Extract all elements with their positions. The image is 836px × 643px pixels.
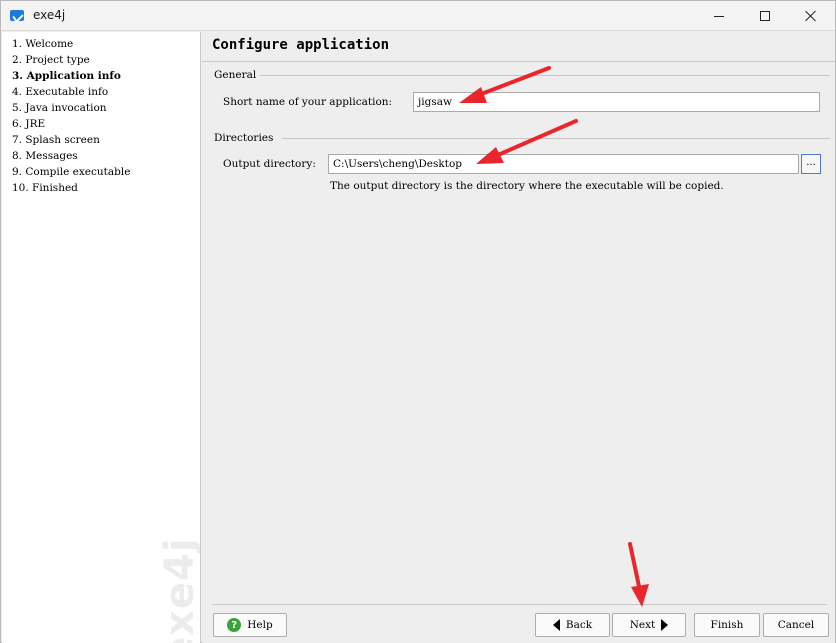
help-button-label: Help <box>247 619 273 631</box>
next-arrow-icon <box>661 619 669 631</box>
step-compile-executable[interactable]: 9. Compile executable <box>12 164 130 180</box>
maximize-icon <box>760 11 770 21</box>
general-group-divider <box>260 75 830 76</box>
help-button[interactable]: ? Help <box>213 613 287 637</box>
next-button-label: Next <box>629 619 656 631</box>
next-button[interactable]: Next <box>612 613 686 637</box>
cancel-button-label: Cancel <box>777 619 815 631</box>
step-application-info[interactable]: 3. Application info <box>12 68 121 84</box>
close-icon <box>805 10 817 22</box>
wizard-steps-sidebar: 1. Welcome 2. Project type 3. Applicatio… <box>2 32 201 643</box>
finish-button[interactable]: Finish <box>694 613 760 637</box>
output-directory-hint: The output directory is the directory wh… <box>330 180 724 192</box>
main-panel: Configure application General Short name… <box>202 32 835 643</box>
directories-group-label: Directories <box>214 132 278 144</box>
short-name-input[interactable]: jigsaw <box>413 92 820 112</box>
output-directory-input[interactable]: C:\Users\cheng\Desktop <box>328 154 799 174</box>
browse-directory-button[interactable]: ... <box>801 154 821 174</box>
general-group-label: General <box>214 69 261 81</box>
step-splash-screen[interactable]: 7. Splash screen <box>12 132 100 148</box>
exe4j-watermark-logo: exe4j <box>157 537 201 643</box>
back-button[interactable]: Back <box>535 613 610 637</box>
window-title: exe4j <box>33 8 66 22</box>
minimize-button[interactable] <box>696 1 742 31</box>
output-directory-label: Output directory: <box>223 158 316 170</box>
step-java-invocation[interactable]: 5. Java invocation <box>12 100 107 116</box>
short-name-label: Short name of your application: <box>223 96 393 108</box>
app-window: exe4j 1. Welcome 2. Project type 3. Appl… <box>0 0 836 643</box>
finish-button-label: Finish <box>710 619 744 631</box>
exe4j-app-icon <box>10 10 24 21</box>
directories-group-divider <box>282 138 830 139</box>
maximize-button[interactable] <box>742 1 788 31</box>
help-icon: ? <box>227 618 242 632</box>
minimize-icon <box>714 15 724 17</box>
back-arrow-icon <box>552 619 560 631</box>
step-jre[interactable]: 6. JRE <box>12 116 45 132</box>
step-welcome[interactable]: 1. Welcome <box>12 36 73 52</box>
step-executable-info[interactable]: 4. Executable info <box>12 84 108 100</box>
back-button-label: Back <box>565 619 593 631</box>
footer-divider <box>212 604 826 605</box>
cancel-button[interactable]: Cancel <box>763 613 829 637</box>
step-project-type[interactable]: 2. Project type <box>12 52 90 68</box>
step-finished[interactable]: 10. Finished <box>12 180 78 196</box>
heading-divider <box>202 61 835 62</box>
title-bar[interactable]: exe4j <box>1 1 835 31</box>
close-button[interactable] <box>788 1 834 31</box>
page-title: Configure application <box>212 37 390 53</box>
step-messages[interactable]: 8. Messages <box>12 148 78 164</box>
